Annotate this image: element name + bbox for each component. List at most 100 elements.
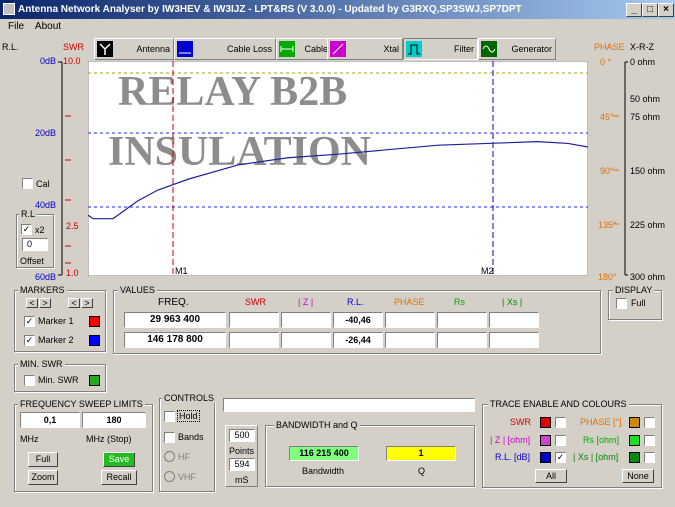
trace-phase-checkbox[interactable] bbox=[644, 417, 655, 428]
hf-label: HF bbox=[178, 452, 190, 462]
hold-label: Hold bbox=[177, 410, 200, 422]
all-button[interactable]: All bbox=[535, 469, 567, 483]
ohm-tick: 150 ohm bbox=[630, 166, 666, 176]
trace-rl-checkbox[interactable]: ✓ bbox=[555, 452, 566, 463]
sweep-title: FREQUENCY SWEEP LIMITS bbox=[18, 399, 145, 409]
trace-rs-color[interactable] bbox=[629, 435, 640, 446]
tab-generator[interactable]: Generator bbox=[478, 38, 556, 60]
points-value[interactable]: 500 bbox=[229, 429, 255, 442]
bandwidth-value: 116 215 400 bbox=[289, 446, 359, 461]
marker2-color-swatch[interactable] bbox=[89, 335, 100, 346]
sweep-stop-input[interactable]: 180 bbox=[82, 412, 146, 428]
offset-input[interactable]: 0 bbox=[22, 238, 48, 251]
bandwidth-label: Bandwidth bbox=[302, 466, 345, 476]
x2-checkbox[interactable]: ✓ bbox=[21, 224, 32, 235]
close-button[interactable]: × bbox=[658, 3, 674, 17]
q-label: Q bbox=[418, 466, 426, 476]
marker1-rl-value: -40,46 bbox=[333, 312, 383, 328]
tab-cable-loss[interactable]: Cable Loss bbox=[174, 38, 276, 60]
q-value: 1 bbox=[386, 446, 456, 461]
xtal-icon bbox=[330, 41, 346, 57]
marker1-color-swatch[interactable] bbox=[89, 316, 100, 327]
rl-axis-title: R.L. bbox=[2, 42, 19, 52]
controls-title: CONTROLS bbox=[162, 393, 217, 403]
marker1-right-button[interactable]: > bbox=[39, 298, 51, 308]
rl-header: R.L. bbox=[347, 297, 364, 307]
xrz-axis-title: X-R-Z bbox=[630, 42, 654, 52]
full-display-checkbox[interactable] bbox=[616, 298, 627, 309]
trace-rs-label: Rs [ohm] bbox=[583, 435, 620, 445]
trace-z-checkbox[interactable] bbox=[555, 435, 566, 446]
offset-label: Offset bbox=[20, 256, 44, 266]
generator-icon bbox=[481, 41, 497, 57]
maximize-button[interactable]: □ bbox=[642, 3, 658, 17]
cal-label: Cal bbox=[36, 179, 50, 189]
bands-label: Bands bbox=[178, 432, 204, 442]
tab-label: Cable Loss bbox=[226, 44, 272, 54]
phase-axis-title: PHASE bbox=[594, 42, 625, 52]
trace-rl-label: R.L. [dB] bbox=[495, 452, 531, 462]
tab-label: Filter bbox=[454, 44, 474, 54]
full-button[interactable]: Full bbox=[28, 452, 58, 467]
tab-antenna[interactable]: Antenna bbox=[94, 38, 174, 60]
vhf-radio[interactable] bbox=[164, 471, 175, 482]
trace-xs-color[interactable] bbox=[629, 452, 640, 463]
values-title: VALUES bbox=[118, 285, 157, 295]
minimize-button[interactable]: _ bbox=[626, 3, 642, 17]
save-button[interactable]: Save bbox=[103, 452, 135, 467]
rl-tick: 0dB bbox=[39, 56, 56, 66]
tab-filter[interactable]: Filter bbox=[403, 38, 478, 60]
display-title: DISPLAY bbox=[613, 285, 655, 295]
marker2-right-button[interactable]: > bbox=[81, 298, 93, 308]
trace-z-color[interactable] bbox=[540, 435, 551, 446]
menu-bar: File About bbox=[0, 19, 675, 35]
ms-label: mS bbox=[235, 475, 249, 485]
swr-header: SWR bbox=[245, 297, 266, 307]
sweep-start-input[interactable]: 0,1 bbox=[20, 412, 80, 428]
trace-rl-color[interactable] bbox=[540, 452, 551, 463]
marker-label: M2 bbox=[481, 266, 494, 276]
marker2-freq-value: 146 178 800 bbox=[124, 332, 226, 348]
marker1-swr-value bbox=[229, 312, 279, 328]
recall-button[interactable]: Recall bbox=[101, 470, 137, 485]
vhf-label: VHF bbox=[178, 472, 196, 482]
markers-title: MARKERS bbox=[18, 285, 67, 295]
marker1-freq-value: 29 963 400 bbox=[124, 312, 226, 328]
trace-phase-color[interactable] bbox=[629, 417, 640, 428]
min-swr-color-swatch[interactable] bbox=[89, 375, 100, 386]
marker2-checkbox[interactable]: ✓ bbox=[24, 335, 35, 346]
marker1-checkbox[interactable]: ✓ bbox=[24, 316, 35, 327]
zoom-button[interactable]: Zoom bbox=[28, 470, 58, 485]
marker2-phase-value bbox=[385, 332, 435, 348]
min-swr-checkbox[interactable] bbox=[24, 375, 35, 386]
antenna-icon bbox=[97, 41, 113, 57]
marker2-left-button[interactable]: < bbox=[68, 298, 80, 308]
overlay-line-2: INSULATION bbox=[108, 129, 371, 175]
ms-value: 594 bbox=[229, 458, 255, 471]
sweep-stop-unit: MHz (Stop) bbox=[86, 434, 132, 444]
menu-about[interactable]: About bbox=[35, 21, 61, 32]
cal-checkbox[interactable] bbox=[22, 178, 33, 189]
menu-file[interactable]: File bbox=[8, 21, 24, 32]
trace-swr-checkbox[interactable] bbox=[555, 417, 566, 428]
trace-swr-color[interactable] bbox=[540, 417, 551, 428]
hold-checkbox[interactable] bbox=[164, 411, 175, 422]
ohm-tick: 50 ohm bbox=[630, 94, 661, 104]
tab-xtal[interactable]: Xtal bbox=[327, 38, 403, 60]
marker1-left-button[interactable]: < bbox=[26, 298, 38, 308]
trace-swr-label: SWR bbox=[510, 417, 531, 427]
none-button[interactable]: None bbox=[622, 469, 654, 483]
trace-xs-checkbox[interactable] bbox=[644, 452, 655, 463]
ohm-tick: 225 ohm bbox=[630, 220, 666, 230]
tab-label: Generator bbox=[511, 44, 552, 54]
trace-title: TRACE ENABLE AND COLOURS bbox=[488, 399, 629, 409]
bands-checkbox[interactable] bbox=[164, 432, 175, 443]
cable-loss-icon bbox=[177, 41, 193, 57]
right-axis-ruler bbox=[613, 61, 628, 276]
trace-rs-checkbox[interactable] bbox=[644, 435, 655, 446]
trace-phase-label: PHASE [°] bbox=[580, 417, 622, 427]
ohm-tick: 75 ohm bbox=[630, 112, 661, 122]
marker1-xs-value bbox=[489, 312, 539, 328]
hf-radio[interactable] bbox=[164, 451, 175, 462]
ohm-tick: 300 ohm bbox=[630, 272, 666, 282]
